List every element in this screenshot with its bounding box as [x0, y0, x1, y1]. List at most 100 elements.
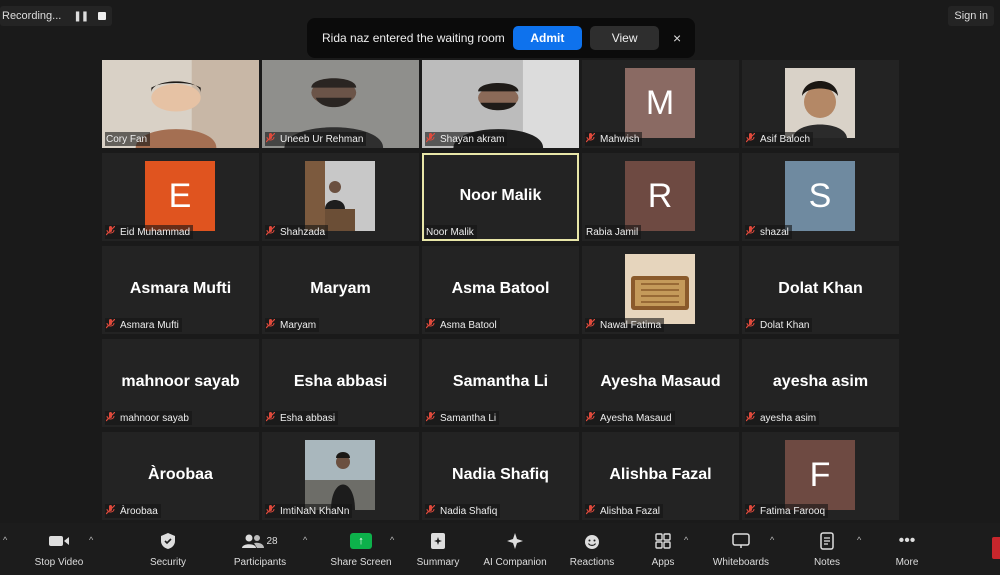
participant-name-label: shazal [760, 226, 789, 238]
sign-in-button[interactable]: Sign in [948, 6, 994, 26]
participant-tile[interactable]: Asif Baloch [742, 60, 899, 148]
participant-name-label: Shayan akram [440, 133, 505, 145]
participant-caption: Cory Fan [105, 132, 151, 146]
ai-companion-button[interactable]: AI Companion [480, 529, 550, 568]
participant-tile[interactable]: Nawal Fatima [582, 246, 739, 334]
participant-tile[interactable]: Ayesha Masaud Ayesha Masaud [582, 339, 739, 427]
whiteboards-button[interactable]: Whiteboards [706, 529, 776, 568]
mic-muted-icon [105, 411, 116, 425]
mic-muted-icon [745, 318, 756, 332]
mic-muted-icon [745, 411, 756, 425]
participant-caption: Eid Muhammad [105, 225, 194, 239]
participant-display-name: Asma Batool [451, 280, 550, 297]
participant-tile[interactable]: R Rabia Jamil [582, 153, 739, 241]
chevron-up-icon[interactable]: ^ [390, 535, 394, 545]
participant-display-name: Samantha Li [452, 373, 549, 390]
participant-caption: Ayesha Masaud [585, 411, 675, 425]
participant-name-label: Fatima Farooq [760, 505, 826, 517]
chevron-up-icon[interactable]: ^ [857, 535, 861, 545]
mic-muted-icon [425, 411, 436, 425]
recording-indicator: Recording... ❚❚ [0, 6, 113, 26]
participant-display-name: Dolat Khan [778, 280, 863, 297]
reactions-button[interactable]: Reactions [557, 529, 627, 568]
participant-tile[interactable]: ayesha asim ayesha asim [742, 339, 899, 427]
participant-display-name: Esha abbasi [293, 373, 388, 390]
mic-muted-icon [265, 225, 276, 239]
pause-icon[interactable]: ❚❚ [73, 11, 89, 22]
view-button[interactable]: View [589, 26, 660, 50]
chevron-up-icon[interactable]: ^ [684, 535, 688, 545]
admit-button[interactable]: Admit [512, 26, 582, 50]
participants-icon: 28 [242, 529, 278, 553]
close-icon[interactable]: × [669, 30, 685, 46]
participant-tile[interactable]: F Fatima Farooq [742, 432, 899, 520]
participant-name-label: mahnoor sayab [120, 412, 189, 424]
participant-tile[interactable]: Noor Malik Noor Malik [422, 153, 579, 241]
participant-name-label: Uneeb Ur Rehman [280, 133, 364, 145]
participant-tile[interactable]: Uneeb Ur Rehman [262, 60, 419, 148]
participant-tile[interactable]: Maryam Maryam [262, 246, 419, 334]
participant-tile[interactable]: Asmara Mufti Asmara Mufti [102, 246, 259, 334]
participant-tile[interactable]: ImtiNaN KhaNn [262, 432, 419, 520]
participant-display-name: Ayesha Masaud [600, 373, 721, 390]
participant-tile[interactable]: Alishba Fazal Alishba Fazal [582, 432, 739, 520]
participant-caption: Esha abbasi [265, 411, 339, 425]
summary-button[interactable]: Summary [403, 529, 473, 568]
participant-name-label: ayesha asim [760, 412, 817, 424]
chevron-up-icon[interactable]: ^ [303, 535, 307, 545]
more-dots-icon: ••• [898, 532, 916, 549]
avatar: F [785, 440, 855, 510]
participant-tile[interactable]: Nadia Shafiq Nadia Shafiq [422, 432, 579, 520]
chevron-up-icon[interactable]: ^ [3, 535, 7, 545]
participant-tile[interactable]: Sshazal [742, 153, 899, 241]
participant-display-name: Alishba Fazal [609, 466, 712, 483]
security-button[interactable]: Security [133, 529, 203, 568]
participants-button[interactable]: 28 Participants [225, 529, 295, 568]
participant-tile[interactable]: Àroobaa Àroobaa [102, 432, 259, 520]
participant-caption: Asmara Mufti [105, 318, 182, 332]
participant-tile[interactable]: M Mahwish [582, 60, 739, 148]
participant-caption: Mahwish [585, 132, 643, 146]
stop-icon[interactable] [98, 12, 107, 20]
chevron-up-icon[interactable]: ^ [770, 535, 774, 545]
stop-video-label: Stop Video [34, 557, 84, 568]
mic-muted-icon [425, 132, 436, 146]
participant-tile[interactable]: Asma Batool Asma Batool [422, 246, 579, 334]
notification-message: Rida naz entered the waiting room [322, 31, 505, 45]
participant-caption: Rabia Jamil [585, 225, 642, 239]
participant-caption: Uneeb Ur Rehman [265, 132, 367, 146]
participant-name-label: Asif Baloch [760, 133, 811, 145]
participant-display-name: mahnoor sayab [121, 373, 240, 390]
mic-muted-icon [265, 411, 276, 425]
mic-muted-icon [265, 318, 276, 332]
mic-muted-icon [105, 504, 116, 518]
participant-tile[interactable]: mahnoor sayab mahnoor sayab [102, 339, 259, 427]
participant-tile[interactable]: E Eid Muhammad [102, 153, 259, 241]
participant-name-label: Samantha Li [440, 412, 497, 424]
participant-tile[interactable]: Shayan akram [422, 60, 579, 148]
more-button[interactable]: ••• More [872, 529, 942, 568]
participant-name-label: Nawal Fatima [600, 319, 662, 331]
mic-muted-icon [105, 225, 116, 239]
participant-tile[interactable]: Shahzada [262, 153, 419, 241]
whiteboards-label: Whiteboards [712, 557, 770, 568]
mic-muted-icon [585, 411, 596, 425]
mic-muted-icon [585, 504, 596, 518]
more-label: More [895, 557, 919, 568]
chevron-up-icon[interactable]: ^ [89, 535, 93, 545]
participant-display-name: Nadia Shafiq [452, 466, 549, 483]
mic-muted-icon [105, 318, 116, 332]
ai-companion-label: AI Companion [483, 557, 547, 568]
participant-tile[interactable]: Dolat Khan Dolat Khan [742, 246, 899, 334]
meeting-toolbar: ^ Stop Video ^ Security 28 Participants … [0, 523, 1000, 575]
gallery-grid: Cory Fan Uneeb Ur Rehman Shayan akram M Mahw… [102, 60, 899, 520]
stop-video-button[interactable]: Stop Video [24, 529, 94, 568]
end-button[interactable] [992, 537, 1000, 559]
share-screen-button[interactable]: ↑ Share Screen [326, 529, 396, 568]
participant-tile[interactable]: Esha abbasi Esha abbasi [262, 339, 419, 427]
participant-tile[interactable]: Cory Fan [102, 60, 259, 148]
participant-tile[interactable]: Samantha Li Samantha Li [422, 339, 579, 427]
notes-button[interactable]: Notes [792, 529, 862, 568]
participant-name-label: Asma Batool [440, 319, 497, 331]
participant-caption: Àroobaa [105, 504, 161, 518]
